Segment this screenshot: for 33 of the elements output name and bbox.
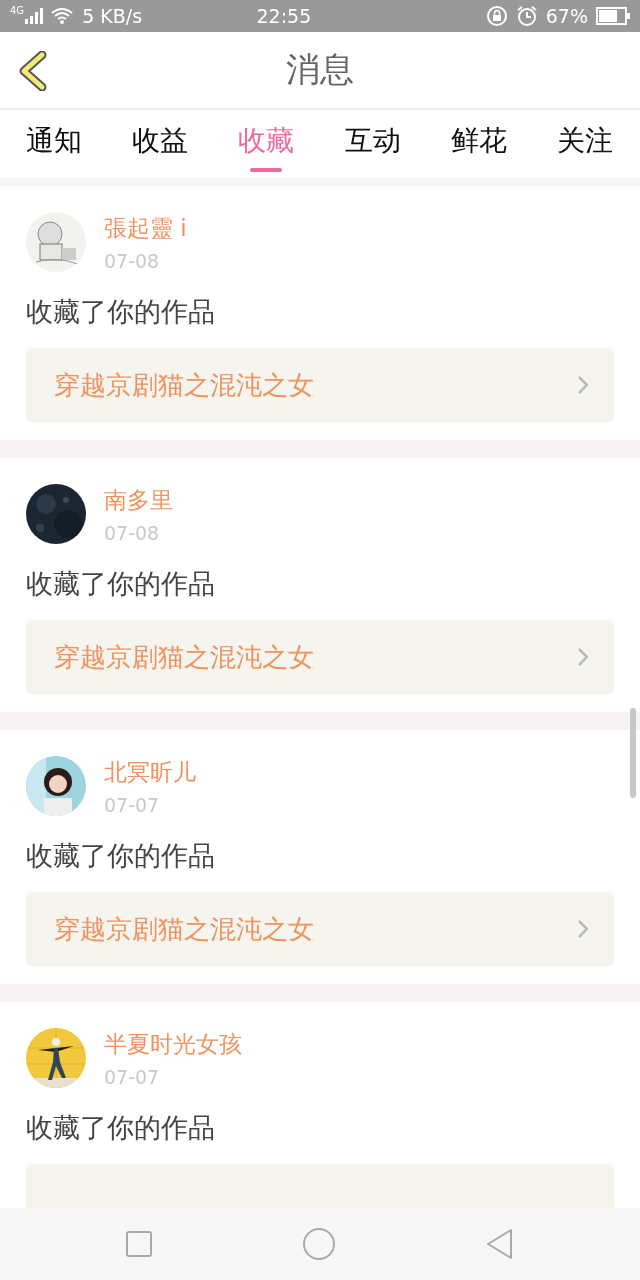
- clock-time: 22:55: [256, 5, 312, 27]
- message-text: 收藏了你的作品: [26, 839, 216, 873]
- message-text: 收藏了你的作品: [26, 1111, 216, 1145]
- message-text: 收藏了你的作品: [26, 295, 216, 329]
- alarm-icon: [515, 5, 538, 27]
- user-name[interactable]: 半夏时光女孩: [104, 1028, 242, 1060]
- home-icon[interactable]: [302, 1227, 336, 1261]
- battery-percent: 67%: [545, 5, 588, 27]
- tab[interactable]: 鲜花: [450, 110, 507, 178]
- chevron-right-icon: [576, 918, 590, 940]
- user-name[interactable]: 南多里: [104, 484, 173, 516]
- recent-apps-icon[interactable]: [124, 1230, 153, 1258]
- battery-icon: [596, 7, 630, 25]
- message-text: 收藏了你的作品: [26, 567, 216, 601]
- back-icon[interactable]: [18, 51, 48, 91]
- tab-indicator: [250, 168, 283, 172]
- tab[interactable]: 收益: [132, 110, 189, 178]
- page-title: 消息: [286, 48, 354, 91]
- network-type: 4G: [10, 5, 25, 16]
- rotation-lock-icon: [485, 5, 508, 27]
- network-speed: 5 KB/s: [82, 5, 143, 27]
- signal-icon: [24, 8, 45, 24]
- tab[interactable]: 收藏: [238, 110, 295, 178]
- user-name[interactable]: 北冥昕儿: [104, 756, 196, 788]
- work-link[interactable]: 穿越京剧猫之混沌之女: [26, 620, 614, 694]
- tab[interactable]: 通知: [26, 110, 82, 178]
- user-name[interactable]: 張起靈 i: [104, 212, 187, 244]
- chevron-right-icon: [576, 374, 590, 396]
- chevron-right-icon: [576, 646, 590, 668]
- work-link[interactable]: 穿越京剧猫之混沌之女: [26, 892, 614, 966]
- tab[interactable]: 关注: [556, 110, 613, 178]
- tab[interactable]: 互动: [344, 110, 401, 178]
- work-link[interactable]: 穿越京剧猫之混沌之女: [26, 348, 614, 422]
